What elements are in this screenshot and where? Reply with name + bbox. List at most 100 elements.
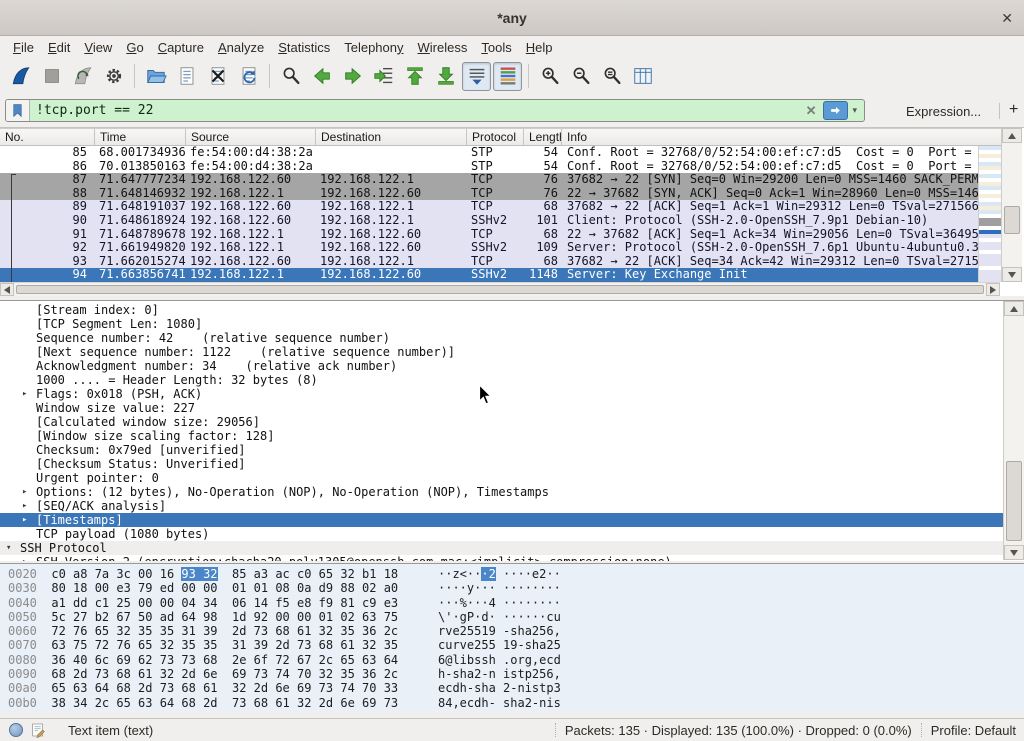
expression-button[interactable]: Expression... [906, 104, 981, 119]
menu-item-go[interactable]: Go [119, 40, 150, 55]
profile-label[interactable]: Profile: Default [931, 723, 1016, 738]
hex-row[interactable]: 0030 80 18 00 e3 79 ed 00 00 01 01 08 0a… [8, 581, 1024, 595]
filter-apply-button[interactable] [823, 101, 848, 120]
menu-item-tools[interactable]: Tools [474, 40, 518, 55]
detail-line[interactable]: Sequence number: 42 (relative sequence n… [0, 331, 1024, 345]
expand-icon[interactable]: ▸ [22, 513, 27, 527]
filter-dropdown-icon[interactable]: ▾ [852, 105, 864, 116]
scrollbar-thumb[interactable] [1004, 206, 1020, 234]
detail-line[interactable]: Acknowledgment number: 34 (relative ack … [0, 359, 1024, 373]
scroll-up-icon[interactable] [1002, 128, 1022, 143]
scroll-down-icon[interactable] [1004, 545, 1024, 560]
expand-icon[interactable]: ▸ [22, 555, 27, 561]
zoom-original-button[interactable] [597, 62, 626, 91]
hex-row[interactable]: 00b0 38 34 2c 65 63 64 68 2d 73 68 61 32… [8, 696, 1024, 710]
scroll-left-icon[interactable] [0, 283, 14, 296]
filter-bookmark-icon[interactable] [6, 100, 30, 121]
packet-row-90[interactable]: 9071.648618924192.168.122.60192.168.122.… [0, 214, 978, 228]
scroll-right-icon[interactable] [986, 283, 1000, 296]
detail-line[interactable]: TCP payload (1080 bytes) [0, 527, 1024, 541]
expand-icon[interactable]: ▸ [22, 499, 27, 513]
detail-line[interactable]: 1000 .... = Header Length: 32 bytes (8) [0, 373, 1024, 387]
hex-row[interactable]: 0080 36 40 6c 69 62 73 73 68 2e 6f 72 67… [8, 653, 1024, 667]
column-header-no[interactable]: No. [0, 129, 95, 145]
close-file-button[interactable] [203, 62, 232, 91]
start-capture-button[interactable] [6, 62, 35, 91]
save-file-button[interactable] [172, 62, 201, 91]
capture-options-button[interactable] [99, 62, 128, 91]
detail-line[interactable]: ▸[SEQ/ACK analysis] [0, 499, 1024, 513]
packet-row-85[interactable]: 8568.001734936fe:54:00:d4:38:2aSTP54Conf… [0, 146, 978, 160]
intelligent-scrollbar-minimap[interactable] [978, 146, 1001, 282]
hex-row[interactable]: 0020 c0 a8 7a 3c 00 16 93 32 85 a3 ac c0… [8, 567, 1024, 581]
packet-row-88[interactable]: 8871.648146932192.168.122.1192.168.122.6… [0, 187, 978, 201]
resize-columns-button[interactable] [628, 62, 657, 91]
go-last-button[interactable] [431, 62, 460, 91]
detail-line[interactable]: ▸[Timestamps] [0, 513, 1024, 527]
hex-row[interactable]: 0070 63 75 72 76 65 32 35 35 31 39 2d 73… [8, 638, 1024, 652]
column-header-time[interactable]: Time [95, 129, 186, 145]
hex-row[interactable]: 0050 5c 27 b2 67 50 ad 64 98 1d 92 00 00… [8, 610, 1024, 624]
packet-row-92[interactable]: 9271.661949820192.168.122.1192.168.122.6… [0, 241, 978, 255]
menu-item-capture[interactable]: Capture [151, 40, 211, 55]
display-filter-input[interactable]: !tcp.port == 22 ✕ ▾ [5, 99, 865, 122]
detail-line[interactable]: [Stream index: 0] [0, 303, 1024, 317]
menu-item-statistics[interactable]: Statistics [271, 40, 337, 55]
menu-item-telephony[interactable]: Telephony [337, 40, 410, 55]
collapse-icon[interactable]: ▾ [6, 541, 11, 555]
detail-line[interactable]: Window size value: 227 [0, 401, 1024, 415]
menu-item-analyze[interactable]: Analyze [211, 40, 271, 55]
expert-info-icon[interactable] [9, 723, 23, 737]
go-to-packet-button[interactable] [369, 62, 398, 91]
column-header-length[interactable]: Length [524, 129, 562, 145]
filter-value[interactable]: !tcp.port == 22 [30, 103, 799, 118]
detail-line[interactable]: [Checksum Status: Unverified] [0, 457, 1024, 471]
details-vertical-scrollbar[interactable] [1003, 301, 1024, 560]
zoom-out-button[interactable] [566, 62, 595, 91]
zoom-in-button[interactable] [535, 62, 564, 91]
detail-line[interactable]: ▸Flags: 0x018 (PSH, ACK) [0, 387, 1024, 401]
capture-comment-icon[interactable] [30, 722, 46, 738]
colorize-button[interactable] [493, 62, 522, 91]
filter-clear-icon[interactable]: ✕ [799, 103, 824, 119]
packet-row-94[interactable]: 9471.663856741192.168.122.1192.168.122.6… [0, 268, 978, 282]
packet-row-91[interactable]: 9171.648789678192.168.122.1192.168.122.6… [0, 228, 978, 242]
detail-line[interactable]: [Calculated window size: 29056] [0, 415, 1024, 429]
find-packet-button[interactable] [276, 62, 305, 91]
scrollbar-thumb[interactable] [1006, 461, 1022, 541]
open-file-button[interactable] [141, 62, 170, 91]
menu-item-file[interactable]: File [6, 40, 41, 55]
packet-row-87[interactable]: 8771.647777234192.168.122.60192.168.122.… [0, 173, 978, 187]
close-icon[interactable]: ✕ [1001, 0, 1013, 36]
restart-capture-button[interactable] [68, 62, 97, 91]
auto-scroll-button[interactable] [462, 62, 491, 91]
stop-capture-button[interactable] [37, 62, 66, 91]
menu-item-wireless[interactable]: Wireless [411, 40, 475, 55]
packet-row-93[interactable]: 9371.662015274192.168.122.60192.168.122.… [0, 255, 978, 269]
scroll-down-icon[interactable] [1002, 267, 1022, 282]
column-header-destination[interactable]: Destination [316, 129, 467, 145]
hex-row[interactable]: 0090 68 2d 73 68 61 32 2d 6e 69 73 74 70… [8, 667, 1024, 681]
go-forward-button[interactable] [338, 62, 367, 91]
reload-file-button[interactable] [234, 62, 263, 91]
menu-item-view[interactable]: View [77, 40, 119, 55]
expand-icon[interactable]: ▸ [22, 485, 27, 499]
detail-line[interactable]: Urgent pointer: 0 [0, 471, 1024, 485]
detail-line[interactable]: [Next sequence number: 1122 (relative se… [0, 345, 1024, 359]
packet-list-vertical-scrollbar[interactable] [1001, 128, 1022, 282]
hex-row[interactable]: 0060 72 76 65 32 35 35 31 39 2d 73 68 61… [8, 624, 1024, 638]
column-header-protocol[interactable]: Protocol [467, 129, 524, 145]
menu-item-edit[interactable]: Edit [41, 40, 77, 55]
add-filter-button[interactable]: + [1009, 101, 1018, 119]
detail-line[interactable]: Checksum: 0x79ed [unverified] [0, 443, 1024, 457]
detail-line[interactable]: ▸Options: (12 bytes), No-Operation (NOP)… [0, 485, 1024, 499]
expand-icon[interactable]: ▸ [22, 387, 27, 401]
go-first-button[interactable] [400, 62, 429, 91]
detail-line[interactable]: [TCP Segment Len: 1080] [0, 317, 1024, 331]
detail-line[interactable]: ▾SSH Protocol [0, 541, 1024, 555]
detail-line[interactable]: [Window size scaling factor: 128] [0, 429, 1024, 443]
hex-row[interactable]: 0040 a1 dd c1 25 00 00 04 34 06 14 f5 e8… [8, 596, 1024, 610]
detail-line[interactable]: ▸SSH Version 2 (encryption:chacha20-poly… [0, 555, 1024, 561]
scrollbar-thumb[interactable] [16, 285, 984, 294]
column-header-info[interactable]: Info [562, 129, 1002, 145]
